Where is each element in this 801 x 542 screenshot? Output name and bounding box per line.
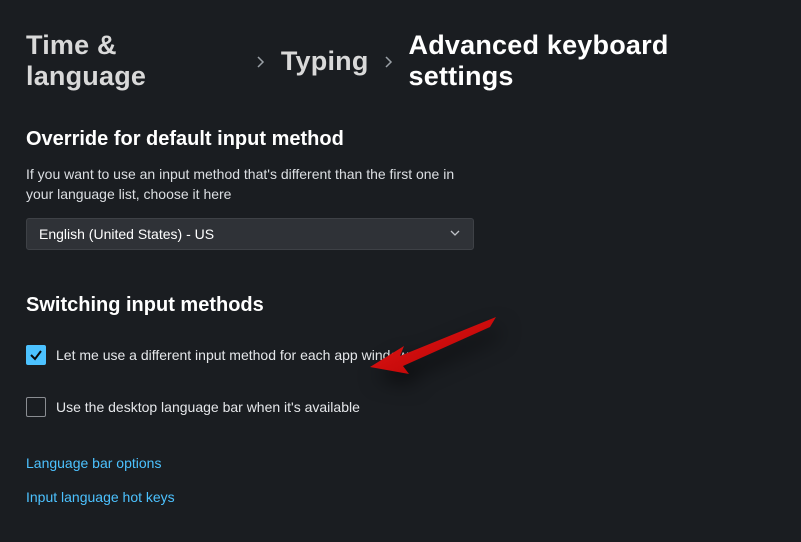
section-title-override: Override for default input method bbox=[26, 128, 775, 151]
checkbox-per-app-input[interactable] bbox=[26, 345, 46, 365]
checkbox-label: Use the desktop language bar when it's a… bbox=[56, 399, 360, 415]
chevron-right-icon bbox=[383, 48, 395, 74]
chevron-right-icon bbox=[255, 48, 267, 74]
breadcrumb-typing[interactable]: Typing bbox=[281, 46, 369, 77]
input-method-dropdown[interactable]: English (United States) - US bbox=[26, 218, 474, 250]
override-description: If you want to use an input method that'… bbox=[26, 165, 466, 204]
dropdown-value: English (United States) - US bbox=[39, 226, 214, 242]
link-input-language-hotkeys[interactable]: Input language hot keys bbox=[26, 489, 175, 505]
breadcrumb-time-language[interactable]: Time & language bbox=[26, 30, 241, 92]
link-language-bar-options[interactable]: Language bar options bbox=[26, 455, 161, 471]
checkbox-desktop-language-bar[interactable] bbox=[26, 397, 46, 417]
checkbox-row-language-bar: Use the desktop language bar when it's a… bbox=[26, 397, 775, 417]
checkbox-row-per-app: Let me use a different input method for … bbox=[26, 345, 775, 365]
chevron-down-icon bbox=[449, 226, 461, 242]
breadcrumb-current: Advanced keyboard settings bbox=[409, 30, 775, 92]
section-title-switching: Switching input methods bbox=[26, 294, 775, 317]
breadcrumb: Time & language Typing Advanced keyboard… bbox=[26, 30, 775, 92]
checkbox-label: Let me use a different input method for … bbox=[56, 347, 408, 363]
